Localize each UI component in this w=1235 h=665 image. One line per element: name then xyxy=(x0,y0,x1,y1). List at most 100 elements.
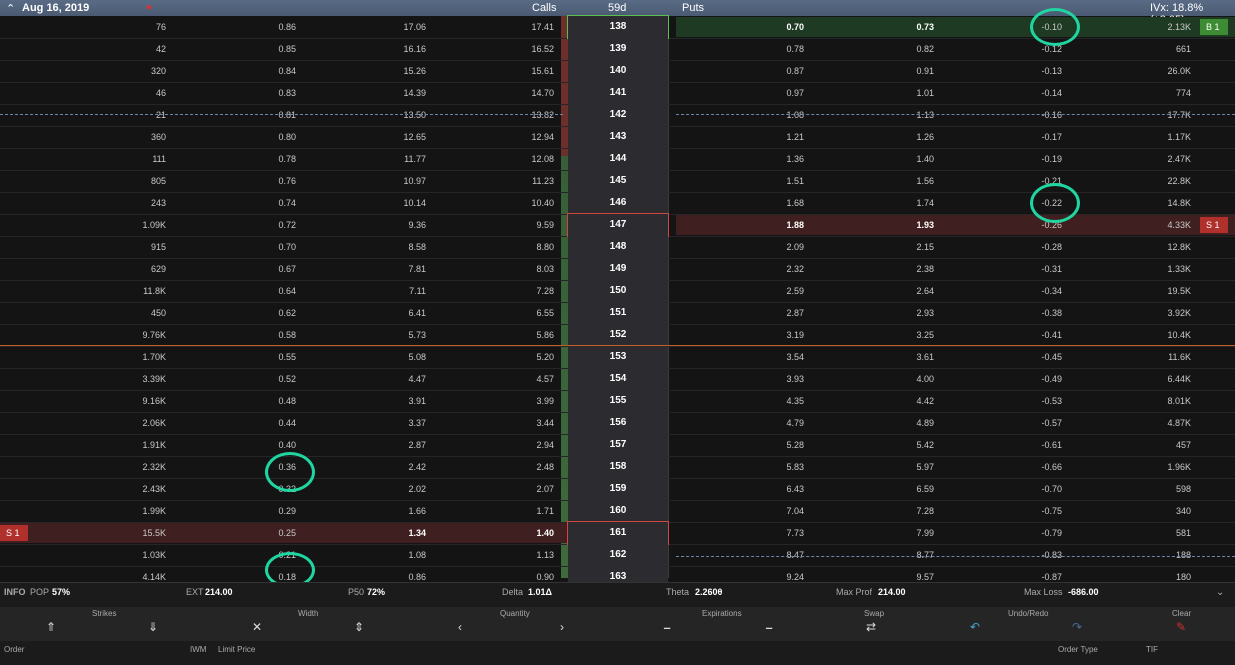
call-ask[interactable]: 12.94 xyxy=(498,132,554,142)
call-bid[interactable]: 13.50 xyxy=(370,110,426,120)
call-bid[interactable]: 8.58 xyxy=(370,242,426,252)
strike-price[interactable]: 158 xyxy=(568,456,668,478)
put-bid[interactable]: 0.70 xyxy=(748,22,804,32)
call-volume[interactable]: 2.06K xyxy=(110,418,166,428)
put-ask[interactable]: 7.99 xyxy=(878,528,934,538)
call-volume[interactable]: 3.39K xyxy=(110,374,166,384)
put-bid[interactable]: 1.51 xyxy=(748,176,804,186)
put-bid[interactable]: 2.32 xyxy=(748,264,804,274)
expand-chevron-icon[interactable]: ⌄ xyxy=(1216,587,1224,598)
put-delta[interactable]: -0.83 xyxy=(1006,550,1062,560)
call-bid[interactable]: 7.81 xyxy=(370,264,426,274)
put-ask[interactable]: 1.13 xyxy=(878,110,934,120)
call-volume[interactable]: 11.8K xyxy=(110,286,166,296)
put-volume[interactable]: 457 xyxy=(1135,440,1191,450)
put-ask[interactable]: 1.01 xyxy=(878,88,934,98)
table-row[interactable]: 2.06K 0.44 3.37 3.44 4.79 4.89 -0.57 4.87K 156 xyxy=(0,412,1235,435)
call-volume[interactable]: 4.14K xyxy=(110,572,166,582)
put-ask[interactable]: 5.42 xyxy=(878,440,934,450)
call-ask[interactable]: 3.44 xyxy=(498,418,554,428)
call-volume[interactable]: 46 xyxy=(110,88,166,98)
put-delta[interactable]: -0.17 xyxy=(1006,132,1062,142)
call-volume[interactable]: 360 xyxy=(110,132,166,142)
put-ask[interactable]: 7.28 xyxy=(878,506,934,516)
call-delta[interactable]: 0.40 xyxy=(240,440,296,450)
call-ask[interactable]: 5.20 xyxy=(498,352,554,362)
call-delta[interactable]: 0.81 xyxy=(240,110,296,120)
put-volume[interactable]: 1.96K xyxy=(1135,462,1191,472)
quantity-decrease-button[interactable]: ‹ xyxy=(458,620,462,634)
call-volume[interactable]: 1.99K xyxy=(110,506,166,516)
call-volume[interactable]: 450 xyxy=(110,308,166,318)
put-ask[interactable]: 4.89 xyxy=(878,418,934,428)
put-ask[interactable]: 4.42 xyxy=(878,396,934,406)
call-bid[interactable]: 2.87 xyxy=(370,440,426,450)
call-delta[interactable]: 0.25 xyxy=(240,528,296,538)
table-row[interactable]: 1.99K 0.29 1.66 1.71 7.04 7.28 -0.75 340 160 xyxy=(0,500,1235,523)
put-bid[interactable]: 5.83 xyxy=(748,462,804,472)
call-volume[interactable]: 805 xyxy=(110,176,166,186)
table-row[interactable]: 21 0.81 13.50 13.82 1.08 1.13 -0.16 17.7K 142 xyxy=(0,104,1235,127)
call-delta[interactable]: 0.83 xyxy=(240,88,296,98)
put-ask[interactable]: 0.73 xyxy=(878,22,934,32)
call-delta[interactable]: 0.86 xyxy=(240,22,296,32)
call-delta[interactable]: 0.67 xyxy=(240,264,296,274)
strike-price[interactable]: 142 xyxy=(568,104,668,126)
put-volume[interactable]: 180 xyxy=(1135,572,1191,582)
strike-price[interactable]: 161 xyxy=(567,521,669,545)
call-bid[interactable]: 2.42 xyxy=(370,462,426,472)
call-delta[interactable]: 0.85 xyxy=(240,44,296,54)
call-delta[interactable]: 0.55 xyxy=(240,352,296,362)
strike-price[interactable]: 149 xyxy=(568,258,668,280)
strike-price[interactable]: 160 xyxy=(568,500,668,522)
put-volume[interactable]: 661 xyxy=(1135,44,1191,54)
call-bid[interactable]: 10.97 xyxy=(370,176,426,186)
put-delta[interactable]: -0.38 xyxy=(1006,308,1062,318)
strikes-up-button[interactable]: ⇑ xyxy=(46,620,56,634)
call-volume[interactable]: 15.5K xyxy=(110,528,166,538)
call-bid[interactable]: 11.77 xyxy=(370,154,426,164)
put-volume[interactable]: 26.0K xyxy=(1135,66,1191,76)
call-bid[interactable]: 3.37 xyxy=(370,418,426,428)
call-ask[interactable]: 1.71 xyxy=(498,506,554,516)
strike-price[interactable]: 159 xyxy=(568,478,668,500)
put-volume[interactable]: 11.6K xyxy=(1135,352,1191,362)
call-bid[interactable]: 15.26 xyxy=(370,66,426,76)
table-row[interactable]: S 1 15.5K 0.25 1.34 1.40 7.73 7.99 -0.79 581 161 xyxy=(0,521,1235,545)
call-bid[interactable]: 1.66 xyxy=(370,506,426,516)
put-bid[interactable]: 5.28 xyxy=(748,440,804,450)
table-row[interactable]: 11.8K 0.64 7.11 7.28 2.59 2.64 -0.34 19.5K 150 xyxy=(0,280,1235,303)
put-bid[interactable]: 0.78 xyxy=(748,44,804,54)
call-volume[interactable]: 915 xyxy=(110,242,166,252)
put-delta[interactable]: -0.75 xyxy=(1006,506,1062,516)
call-ask[interactable]: 12.08 xyxy=(498,154,554,164)
strike-price[interactable]: 146 xyxy=(568,192,668,214)
table-row[interactable]: 111 0.78 11.77 12.08 1.36 1.40 -0.19 2.47K 144 xyxy=(0,148,1235,171)
call-volume[interactable]: 2.43K xyxy=(110,484,166,494)
put-ask[interactable]: 1.74 xyxy=(878,198,934,208)
put-volume[interactable]: 12.8K xyxy=(1135,242,1191,252)
call-volume[interactable]: 320 xyxy=(110,66,166,76)
call-ask[interactable]: 1.13 xyxy=(498,550,554,560)
strike-price[interactable]: 141 xyxy=(568,82,668,104)
put-ask[interactable]: 3.61 xyxy=(878,352,934,362)
put-delta[interactable]: -0.28 xyxy=(1006,242,1062,252)
call-volume[interactable]: 1.70K xyxy=(110,352,166,362)
put-delta[interactable]: -0.34 xyxy=(1006,286,1062,296)
put-bid[interactable]: 7.04 xyxy=(748,506,804,516)
table-row[interactable]: 9.16K 0.48 3.91 3.99 4.35 4.42 -0.53 8.01K 155 xyxy=(0,390,1235,413)
put-volume[interactable]: 19.5K xyxy=(1135,286,1191,296)
put-volume[interactable]: 2.47K xyxy=(1135,154,1191,164)
call-ask[interactable]: 17.41 xyxy=(498,22,554,32)
put-volume[interactable]: 6.44K xyxy=(1135,374,1191,384)
call-ask[interactable]: 13.82 xyxy=(498,110,554,120)
put-delta[interactable]: -0.14 xyxy=(1006,88,1062,98)
put-delta[interactable]: -0.41 xyxy=(1006,330,1062,340)
put-volume[interactable]: 8.01K xyxy=(1135,396,1191,406)
call-volume[interactable]: 42 xyxy=(110,44,166,54)
call-delta[interactable]: 0.29 xyxy=(240,506,296,516)
put-ask[interactable]: 2.64 xyxy=(878,286,934,296)
leg-marker[interactable]: S 1 xyxy=(1200,217,1228,233)
collapse-chevron-icon[interactable]: ⌃ xyxy=(6,2,15,15)
put-bid[interactable]: 1.36 xyxy=(748,154,804,164)
